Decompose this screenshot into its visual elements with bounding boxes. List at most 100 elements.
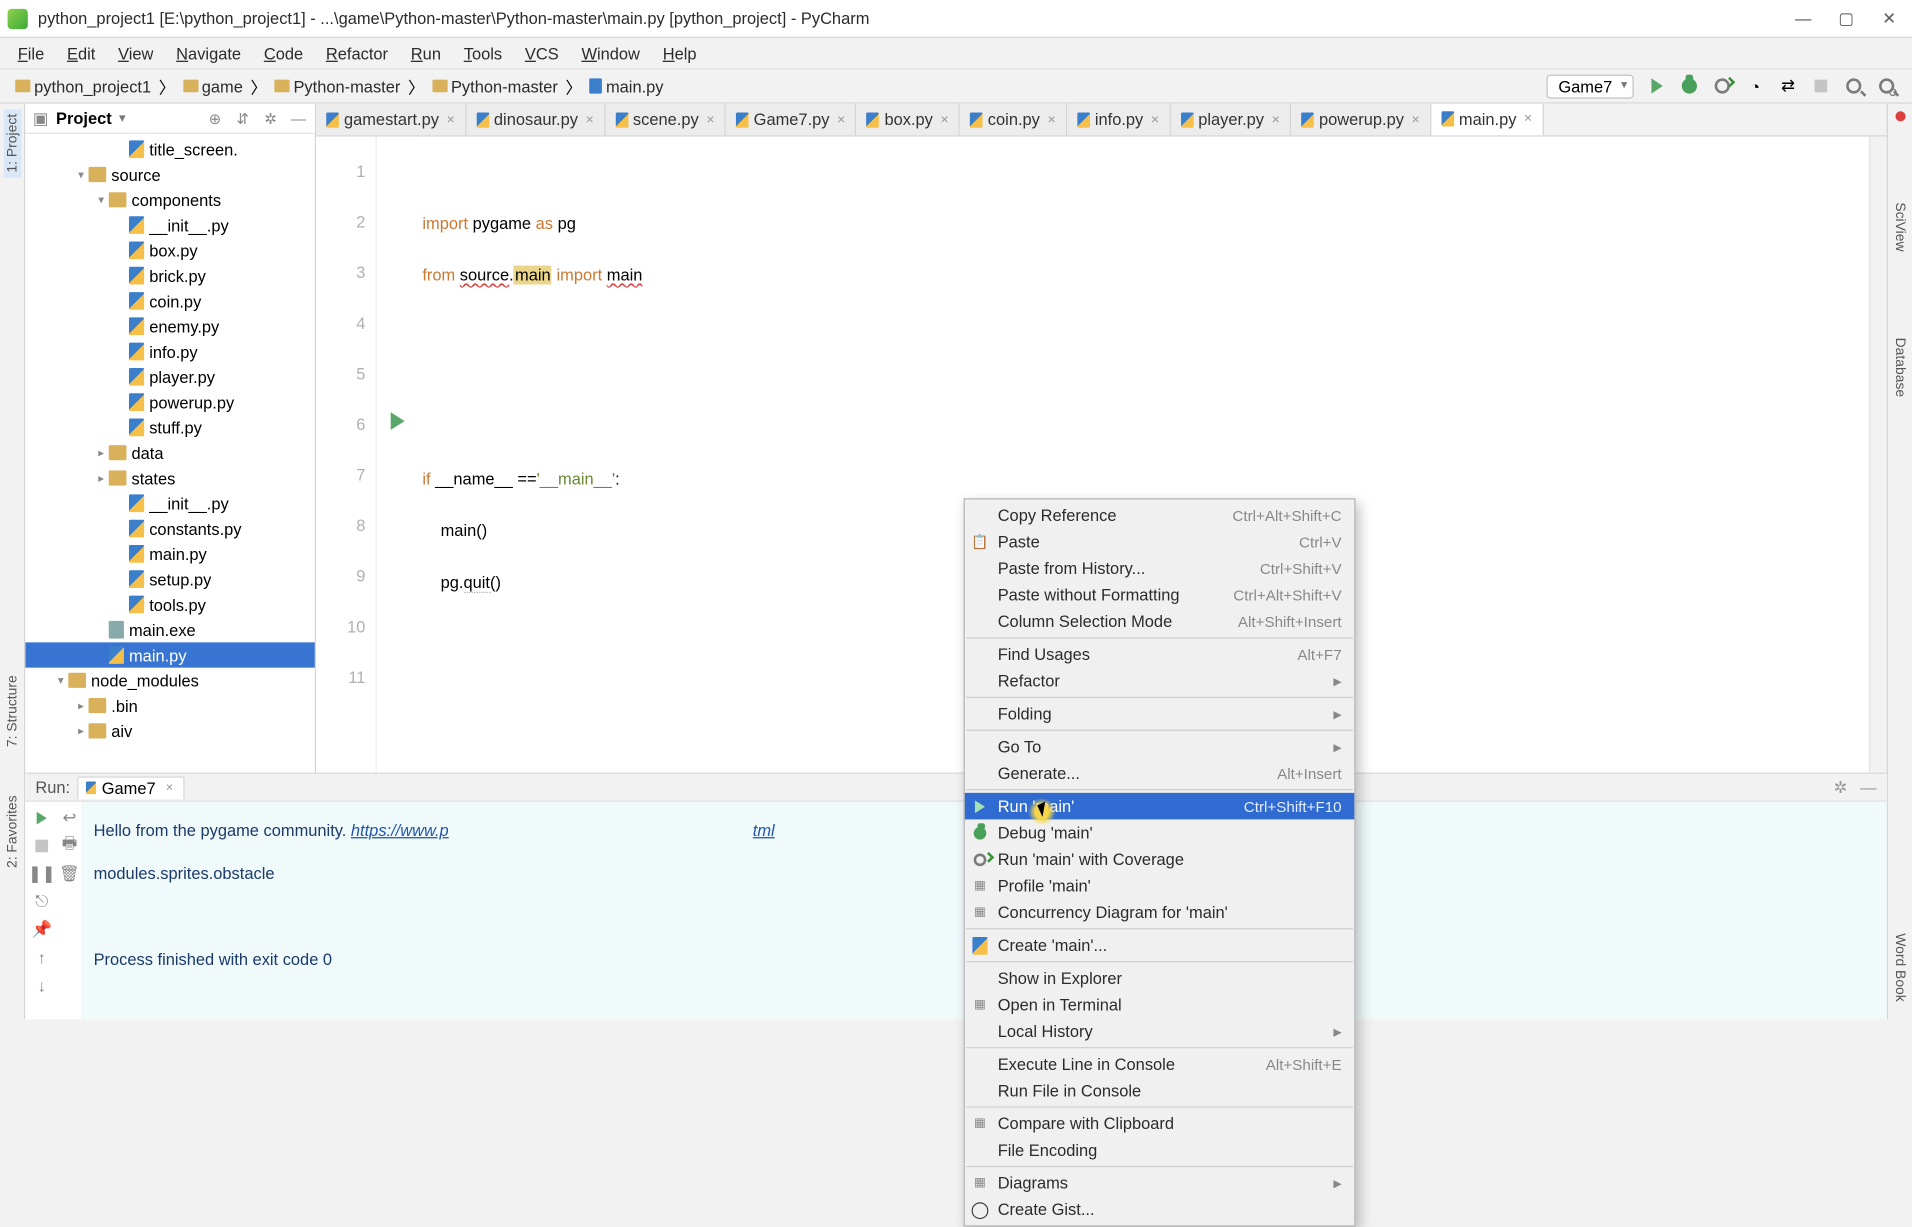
- ctx-copy-reference[interactable]: Copy ReferenceCtrl+Alt+Shift+C: [965, 502, 1354, 529]
- trash-icon[interactable]: 🗑: [58, 862, 81, 885]
- ctx-open-in-terminal[interactable]: ▦Open in Terminal: [965, 991, 1354, 1018]
- editor-tab[interactable]: scene.py×: [605, 104, 726, 136]
- editor-tab[interactable]: main.py×: [1431, 104, 1544, 137]
- rerun-icon[interactable]: [30, 807, 53, 830]
- ctx-file-encoding[interactable]: File Encoding: [965, 1137, 1354, 1164]
- menu-view[interactable]: View: [108, 41, 164, 65]
- menu-edit[interactable]: Edit: [57, 41, 106, 65]
- editor-tab[interactable]: coin.py×: [960, 104, 1067, 136]
- ctx-debug-main-[interactable]: Debug 'main': [965, 819, 1354, 846]
- tree-row[interactable]: ▾node_modules: [25, 668, 315, 693]
- close-button[interactable]: ✕: [1879, 8, 1899, 28]
- tree-row[interactable]: enemy.py: [25, 314, 315, 339]
- ctx-find-usages[interactable]: Find UsagesAlt+F7: [965, 641, 1354, 668]
- ctx-concurrency-diagram-for-main-[interactable]: ▦Concurrency Diagram for 'main': [965, 899, 1354, 926]
- attach-button[interactable]: ⇄: [1778, 76, 1798, 96]
- ctx-generate-[interactable]: Generate...Alt+Insert: [965, 760, 1354, 787]
- minimize-button[interactable]: —: [1793, 8, 1813, 28]
- close-tab-icon[interactable]: ×: [1524, 111, 1532, 126]
- close-tab-icon[interactable]: ×: [706, 112, 714, 127]
- stop-button[interactable]: [1811, 76, 1831, 96]
- tree-row[interactable]: ▾components: [25, 187, 315, 212]
- settings-icon[interactable]: ✲: [262, 109, 280, 127]
- project-panel-title[interactable]: Project: [56, 109, 199, 128]
- breadcrumb-item[interactable]: python_project1: [8, 74, 159, 98]
- editor-tab[interactable]: dinosaur.py×: [466, 104, 605, 136]
- ctx-execute-line-in-console[interactable]: Execute Line in ConsoleAlt+Shift+E: [965, 1051, 1354, 1078]
- ctx-folding[interactable]: Folding▸: [965, 701, 1354, 728]
- debug-button[interactable]: [1679, 76, 1699, 96]
- tree-row[interactable]: main.py: [25, 642, 315, 667]
- tree-row[interactable]: ▸data: [25, 440, 315, 465]
- ctx-refactor[interactable]: Refactor▸: [965, 668, 1354, 695]
- tree-row[interactable]: brick.py: [25, 263, 315, 288]
- tree-row[interactable]: coin.py: [25, 288, 315, 313]
- run-gutter-icon[interactable]: [390, 412, 404, 430]
- tab-favorites[interactable]: 2: Favorites: [3, 791, 21, 874]
- soft-wrap-icon[interactable]: ↩: [58, 807, 81, 830]
- hide-icon[interactable]: —: [290, 109, 308, 127]
- menu-refactor[interactable]: Refactor: [316, 41, 398, 65]
- ctx-go-to[interactable]: Go To▸: [965, 733, 1354, 760]
- print-icon[interactable]: 🖶: [58, 835, 81, 858]
- run-pin-icon[interactable]: 📌: [30, 918, 53, 941]
- ctx-local-history[interactable]: Local History▸: [965, 1018, 1354, 1045]
- editor-tab[interactable]: gamestart.py×: [316, 104, 466, 136]
- editor-tab[interactable]: info.py×: [1067, 104, 1170, 136]
- run-exit-icon[interactable]: ⎋: [30, 890, 53, 913]
- tree-row[interactable]: __init__.py: [25, 491, 315, 516]
- profile-button[interactable]: ◔: [1745, 76, 1765, 96]
- close-tab-icon[interactable]: ×: [1272, 112, 1280, 127]
- tree-row[interactable]: title_screen.: [25, 137, 315, 162]
- ctx-run-main-[interactable]: Run 'main'Ctrl+Shift+F10: [965, 793, 1354, 820]
- ctx-profile-main-[interactable]: ▦Profile 'main': [965, 873, 1354, 900]
- collapse-icon[interactable]: ⇵: [234, 109, 252, 127]
- ctx-run-file-in-console[interactable]: Run File in Console: [965, 1077, 1354, 1104]
- run-settings-icon[interactable]: ✲: [1834, 777, 1848, 797]
- search-everywhere-button[interactable]: [1844, 76, 1864, 96]
- tree-row[interactable]: box.py: [25, 238, 315, 263]
- close-tab-icon[interactable]: ×: [1412, 112, 1420, 127]
- tree-row[interactable]: powerup.py: [25, 389, 315, 414]
- ctx-paste-from-history-[interactable]: Paste from History...Ctrl+Shift+V: [965, 555, 1354, 582]
- breadcrumb-item[interactable]: Python-master: [267, 74, 408, 98]
- close-tab-icon[interactable]: ×: [447, 112, 455, 127]
- search-button[interactable]: [1877, 76, 1897, 96]
- tree-row[interactable]: stuff.py: [25, 415, 315, 440]
- run-pause-icon[interactable]: ❚❚: [30, 862, 53, 885]
- ctx-create-gist-[interactable]: ◯Create Gist...: [965, 1196, 1354, 1223]
- menu-navigate[interactable]: Navigate: [166, 41, 251, 65]
- ctx-create-main-[interactable]: Create 'main'...: [965, 932, 1354, 959]
- editor-tab[interactable]: box.py×: [857, 104, 960, 136]
- ctx-diagrams[interactable]: ▦Diagrams▸: [965, 1170, 1354, 1197]
- run-button[interactable]: [1646, 76, 1666, 96]
- breadcrumb-item[interactable]: game: [175, 74, 250, 98]
- tree-row[interactable]: ▸aiv: [25, 718, 315, 743]
- run-hide-icon[interactable]: —: [1860, 777, 1876, 797]
- tab-project[interactable]: 1: Project: [3, 109, 21, 178]
- close-tab-icon[interactable]: ×: [1151, 112, 1159, 127]
- menu-code[interactable]: Code: [254, 41, 314, 65]
- close-tab-icon[interactable]: ×: [1048, 112, 1056, 127]
- tree-row[interactable]: player.py: [25, 364, 315, 389]
- tree-row[interactable]: main.py: [25, 541, 315, 566]
- tab-wordbook[interactable]: Word Book: [1891, 928, 1909, 1007]
- locate-icon[interactable]: ⊕: [206, 109, 224, 127]
- tab-structure[interactable]: 7: Structure: [3, 671, 21, 753]
- tree-row[interactable]: ▸states: [25, 465, 315, 490]
- tree-row[interactable]: __init__.py: [25, 212, 315, 237]
- ctx-column-selection-mode[interactable]: Column Selection ModeAlt+Shift+Insert: [965, 608, 1354, 635]
- menu-file[interactable]: File: [8, 41, 55, 65]
- tree-row[interactable]: tools.py: [25, 592, 315, 617]
- close-run-tab[interactable]: ×: [166, 781, 173, 795]
- tab-database[interactable]: Database: [1891, 332, 1909, 402]
- close-tab-icon[interactable]: ×: [586, 112, 594, 127]
- tree-row[interactable]: main.exe: [25, 617, 315, 642]
- breadcrumb-item[interactable]: main.py: [582, 74, 671, 98]
- ctx-paste-without-formatting[interactable]: Paste without FormattingCtrl+Alt+Shift+V: [965, 582, 1354, 609]
- ctx-paste[interactable]: 📋PasteCtrl+V: [965, 529, 1354, 556]
- tab-sciview[interactable]: SciView: [1891, 197, 1909, 256]
- tree-row[interactable]: ▸.bin: [25, 693, 315, 718]
- breadcrumb-item[interactable]: Python-master: [424, 74, 565, 98]
- close-tab-icon[interactable]: ×: [837, 112, 845, 127]
